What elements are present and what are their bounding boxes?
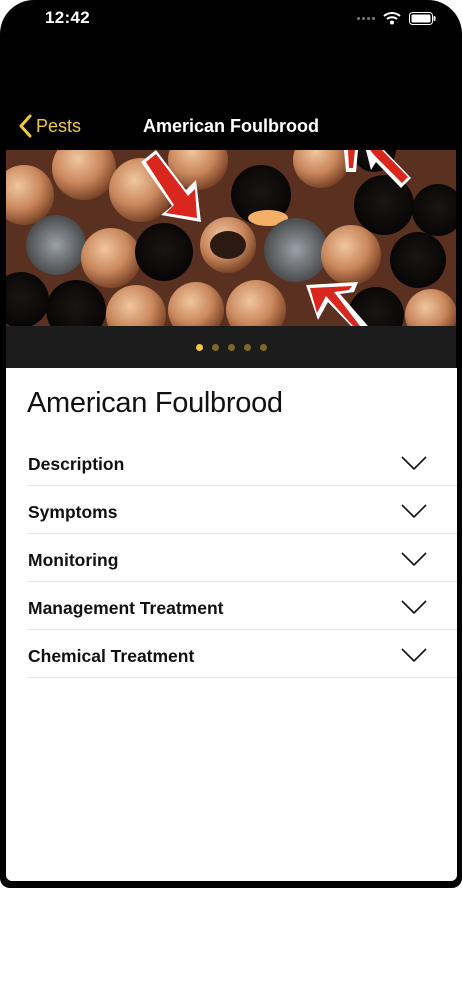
- page-dot[interactable]: [211, 343, 219, 351]
- page-indicator[interactable]: [6, 326, 456, 368]
- battery-icon: [409, 11, 436, 25]
- pest-photo-carousel[interactable]: [6, 150, 456, 326]
- app-screen: 12:42 Pests American Foulbrood American …: [0, 0, 462, 888]
- device-notch: [118, 0, 346, 26]
- page-dot[interactable]: [243, 343, 251, 351]
- accordion-chemical-treatment[interactable]: Chemical Treatment: [28, 630, 457, 678]
- cellular-signal-icon: [357, 16, 375, 20]
- accordion-management-treatment[interactable]: Management Treatment: [28, 582, 457, 630]
- pest-title: American Foulbrood: [27, 387, 283, 419]
- page-dot[interactable]: [259, 343, 267, 351]
- nav-title: American Foulbrood: [142, 116, 319, 136]
- accordion-label: Monitoring: [28, 550, 119, 570]
- navigation-bar: Pests American Foulbrood: [0, 108, 462, 148]
- page-dot[interactable]: [227, 343, 235, 351]
- accordion-description[interactable]: Description: [28, 438, 457, 486]
- accordion-label: Description: [28, 454, 125, 474]
- status-bar: 12:42: [0, 0, 462, 40]
- chevron-down-icon: [401, 504, 427, 518]
- status-time: 12:42: [45, 8, 90, 27]
- chevron-down-icon: [401, 648, 427, 662]
- chevron-down-icon: [401, 456, 427, 470]
- accordion-monitoring[interactable]: Monitoring: [28, 534, 457, 582]
- chevron-down-icon: [401, 552, 427, 566]
- accordion-symptoms[interactable]: Symptoms: [28, 486, 457, 534]
- accordion-label: Symptoms: [28, 502, 118, 522]
- wifi-icon: [383, 12, 401, 25]
- detail-sheet: American Foulbrood Description Symptoms …: [6, 368, 457, 881]
- chevron-down-icon: [401, 600, 427, 614]
- page-dot[interactable]: [195, 343, 203, 351]
- honeycomb-photo: [6, 150, 456, 326]
- accordion-label: Chemical Treatment: [28, 646, 195, 666]
- status-icons: [357, 11, 436, 25]
- accordion-label: Management Treatment: [28, 598, 224, 618]
